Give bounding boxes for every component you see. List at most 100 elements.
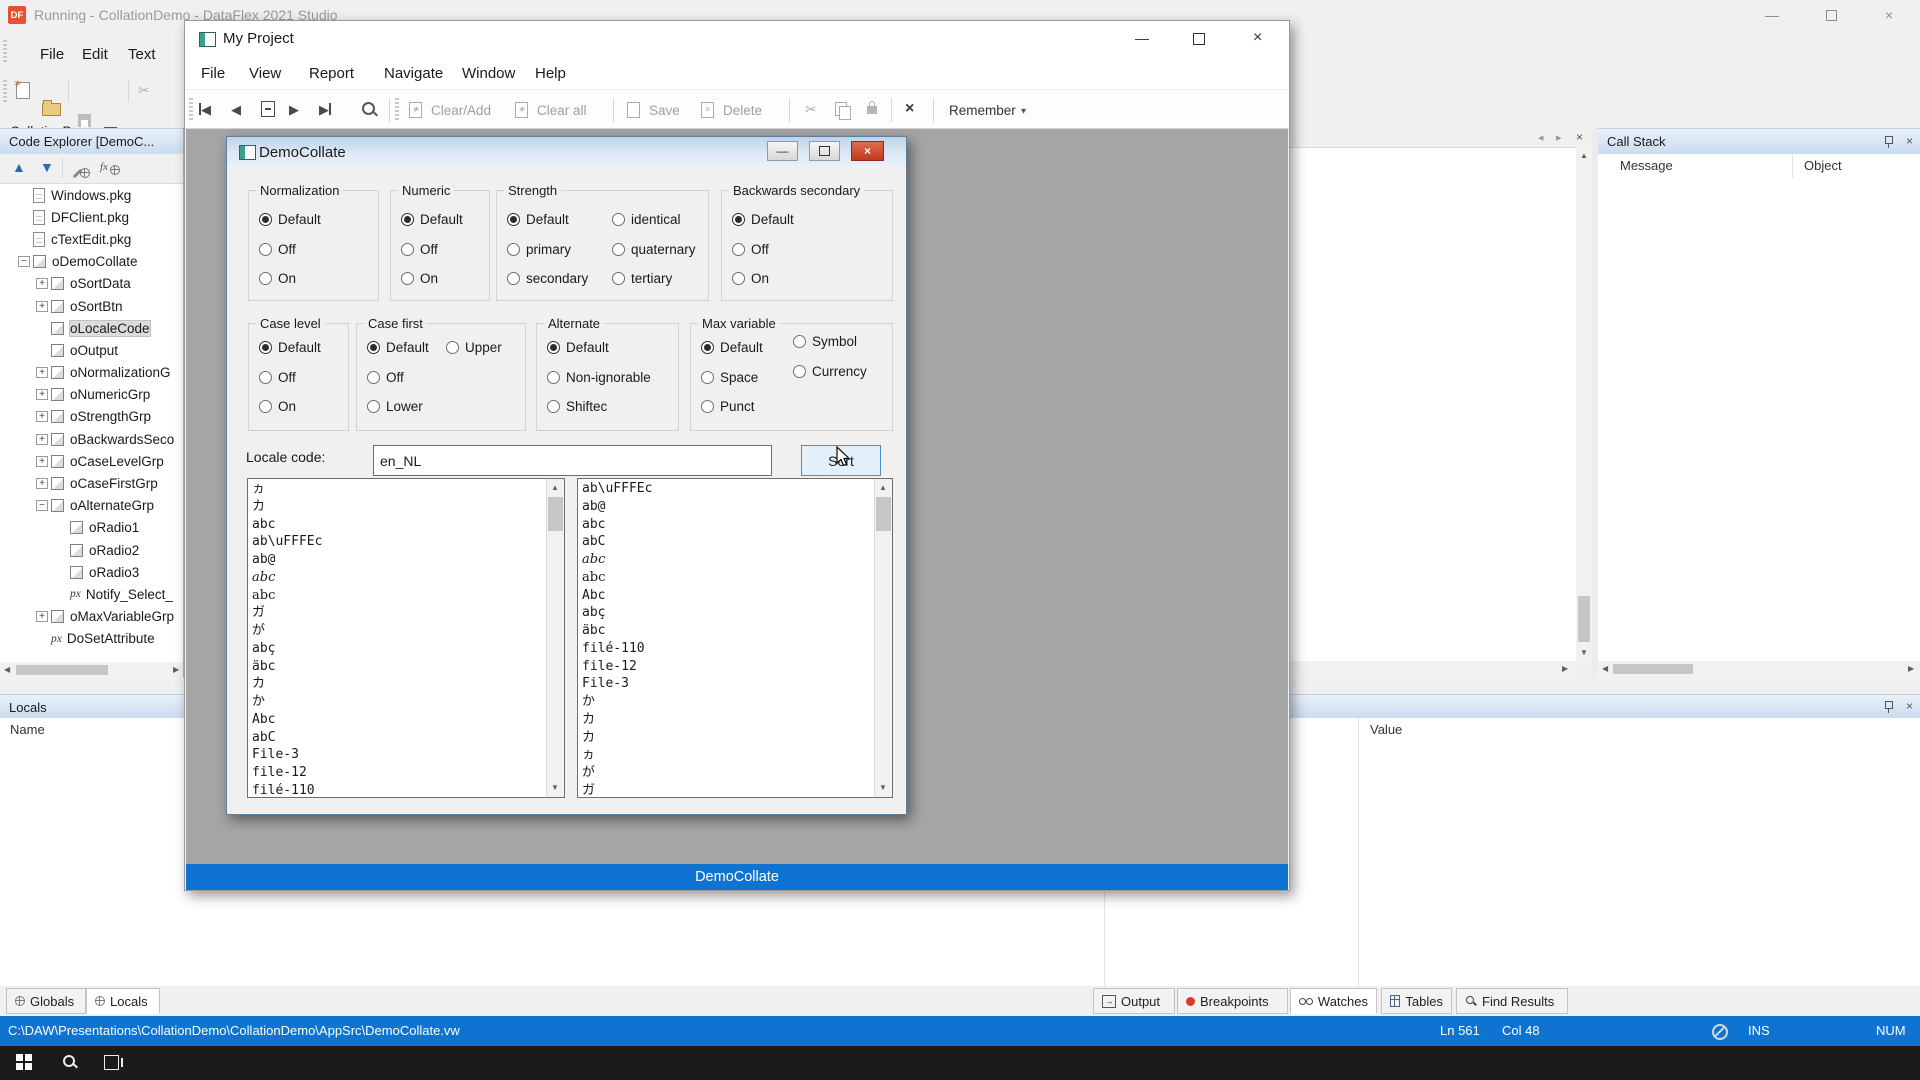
scroll-right-icon[interactable]: ▶ [1562,665,1568,673]
radio-default[interactable]: Default [259,213,321,226]
expand-icon[interactable]: + [36,478,48,489]
clear-add-icon[interactable]: ∗ [409,102,422,118]
tree-item-oCaseLevelGrp[interactable]: +oCaseLevelGrp [0,450,183,472]
list-item[interactable]: ヵ [578,746,875,764]
move-up-icon[interactable]: ▲ [12,159,26,175]
radio-primary[interactable]: primary [507,243,588,256]
scroll-left-icon[interactable]: ◀ [4,666,10,674]
scroll-up-icon[interactable]: ▲ [551,484,559,492]
list-item[interactable]: filé-110 [248,782,547,797]
tree-item-oAlternateGrp[interactable]: −oAlternateGrp [0,495,183,517]
collapse-icon[interactable]: − [18,256,30,267]
radio-button-icon[interactable] [612,213,625,226]
tree-item-DoSetAttribute[interactable]: pxDoSetAttribute [0,628,183,650]
scroll-down-icon[interactable]: ▼ [879,784,887,792]
menu-file[interactable]: File [201,65,225,82]
collapse-icon[interactable]: − [36,500,48,511]
open-file-icon[interactable] [42,103,61,116]
minimize-icon[interactable]: — [1765,7,1779,23]
list-item[interactable]: abc [248,587,547,605]
scroll-down-icon[interactable]: ▼ [551,784,559,792]
radio-default[interactable]: Default [401,213,463,226]
delete-x-icon[interactable]: × [905,100,914,118]
maximize-icon[interactable] [809,141,840,161]
list-item[interactable]: abC [248,729,547,747]
column-object[interactable]: Object [1804,158,1842,173]
list-item[interactable]: abc [578,569,875,587]
expand-icon[interactable]: + [36,456,48,467]
lock-icon[interactable] [867,106,877,114]
radio-button-icon[interactable] [547,371,560,384]
radio-button-icon[interactable] [259,341,272,354]
tree-item-oLocaleCode[interactable]: oLocaleCode [0,317,183,339]
radio-space[interactable]: Space [701,371,763,384]
delete-record-button[interactable]: Delete [723,103,762,118]
record-form-icon[interactable] [261,101,275,117]
list-item[interactable]: ab\uFFFEc [578,480,875,498]
expand-icon[interactable]: + [36,301,48,312]
list-item[interactable]: ガ [248,604,547,622]
radio-button-icon[interactable] [701,341,714,354]
list-item[interactable]: äbc [578,622,875,640]
tab-breakpoints[interactable]: Breakpoints [1177,988,1288,1014]
listbox-vscrollbar[interactable]: ▲ ▼ [874,479,892,797]
radio-button-icon[interactable] [446,341,459,354]
radio-button-icon[interactable] [259,243,272,256]
call-stack-content[interactable] [1598,178,1920,661]
start-button-icon[interactable] [16,1054,32,1070]
list-item[interactable]: ab\uFFFEc [248,533,547,551]
list-item[interactable]: abç [248,640,547,658]
radio-button-icon[interactable] [367,371,380,384]
menu-window[interactable]: Window [462,65,515,82]
close-icon[interactable]: × [851,141,884,161]
scroll-right-icon[interactable]: ▶ [173,666,179,674]
menu-text[interactable]: Text [128,46,156,63]
scroll-up-icon[interactable]: ▲ [1580,152,1588,160]
radio-punct[interactable]: Punct [701,400,763,413]
radio-off[interactable]: Off [401,243,463,256]
close-icon[interactable]: × [1906,699,1913,713]
restore-icon[interactable] [1826,10,1837,21]
close-icon[interactable]: × [1906,134,1913,148]
save-record-icon[interactable] [627,102,640,118]
radio-off[interactable]: Off [367,371,429,384]
column-divider[interactable] [1792,154,1793,178]
radio-button-icon[interactable] [259,371,272,384]
tree-item-oStrengthGrp[interactable]: +oStrengthGrp [0,406,183,428]
scroll-thumb[interactable] [1613,664,1693,674]
tree-item-Notify_Select_[interactable]: pxNotify_Select_ [0,583,183,605]
radio-off[interactable]: Off [259,371,321,384]
list-item[interactable]: ガ [578,782,875,797]
close-icon[interactable]: × [1885,7,1893,23]
tree-item-oSortData[interactable]: +oSortData [0,273,183,295]
radio-button-icon[interactable] [401,213,414,226]
menu-view[interactable]: View [249,65,281,82]
list-item[interactable]: カ [578,711,875,729]
radio-button-icon[interactable] [701,371,714,384]
radio-button-icon[interactable] [732,243,745,256]
radio-on[interactable]: On [259,400,321,413]
list-item[interactable]: file-12 [578,658,875,676]
tree-item-oRadio3[interactable]: oRadio3 [0,561,183,583]
radio-secondary[interactable]: secondary [507,272,588,285]
list-item[interactable]: が [248,622,547,640]
copy-icon[interactable] [835,102,847,116]
radio-currency[interactable]: Currency [793,365,867,378]
remember-dropdown[interactable]: Remember [949,103,1016,118]
radio-quaternary[interactable]: quaternary [612,243,696,256]
tab-tables[interactable]: Tables [1381,988,1452,1014]
tree-item-oRadio2[interactable]: oRadio2 [0,539,183,561]
radio-on[interactable]: On [732,272,794,285]
tab-globals[interactable]: Globals [6,988,86,1014]
expand-icon[interactable]: + [36,389,48,400]
scroll-thumb[interactable] [548,497,563,531]
radio-button-icon[interactable] [793,335,806,348]
previous-record-icon[interactable]: ◀ [231,102,241,118]
radio-default[interactable]: Default [507,213,588,226]
list-item[interactable]: Abc [248,711,547,729]
call-stack-hscrollbar[interactable]: ◀ ▶ [1598,661,1920,677]
list-item[interactable]: カ [248,675,547,693]
expand-icon[interactable]: + [36,367,48,378]
tree-item-oOutput[interactable]: oOutput [0,339,183,361]
radio-default[interactable]: Default [367,341,429,354]
